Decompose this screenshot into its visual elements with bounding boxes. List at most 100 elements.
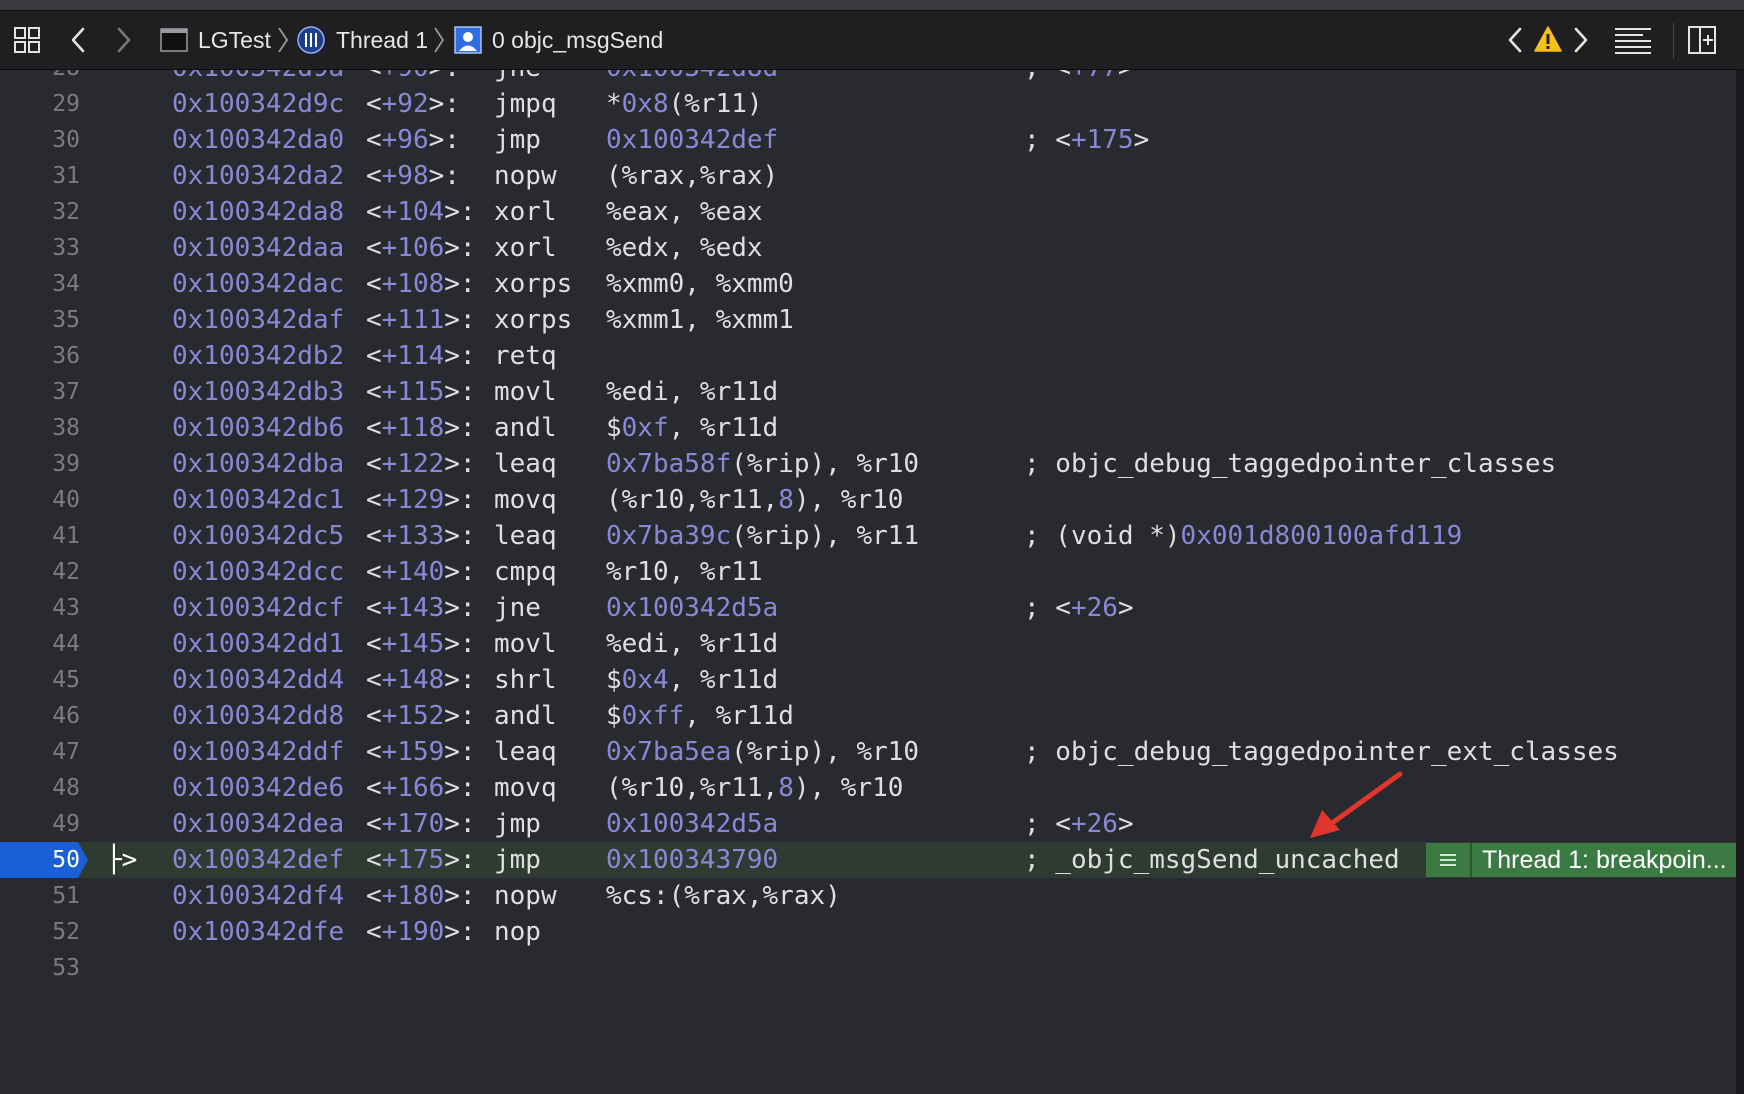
line-number: 38	[52, 415, 80, 441]
instruction-offset: <+118>:	[366, 413, 476, 443]
instruction-row[interactable]: 45 0x100342dd4 <+148>: shrl $0x4, %r11d	[0, 662, 1736, 698]
instruction-address: 0x100342daf	[172, 305, 345, 335]
operand-text: , %r11d	[684, 701, 794, 731]
editor-options-button[interactable]	[1612, 23, 1654, 57]
comment-text: ; objc_debug_taggedpointer_ext_classes	[1024, 737, 1619, 767]
offset-value: +166	[381, 773, 445, 803]
instruction-address: 0x100342ddf	[172, 737, 345, 767]
instruction-row[interactable]: 51 0x100342df4 <+180>: nopw %cs:(%rax,%rax)	[0, 878, 1736, 914]
warning-button[interactable]	[1532, 23, 1564, 55]
instruction-address: 0x100342dc5	[172, 521, 345, 551]
instruction-address: 0x100342db2	[172, 341, 345, 371]
breadcrumb-project[interactable]: LGTest	[198, 25, 271, 55]
split-editor-icon	[1688, 26, 1716, 54]
operand-text: $	[606, 413, 622, 443]
instruction-mnemonic: leaq	[494, 737, 557, 767]
line-number: 40	[52, 487, 80, 513]
instruction-address: 0x100342da8	[172, 197, 345, 227]
instruction-offset: <+148>:	[366, 665, 476, 695]
instruction-operands: 0x7ba58f(%rip), %r10	[606, 446, 919, 482]
instruction-row[interactable]: 37 0x100342db3 <+115>: movl %edi, %r11d	[0, 374, 1736, 410]
comment-text: ; <	[1024, 809, 1071, 839]
operand-number: 0x7ba58f	[606, 449, 732, 479]
instruction-offset: <+159>:	[366, 737, 476, 767]
instruction-offset: <+170>:	[366, 809, 476, 839]
instruction-row[interactable]: 30 0x100342da0 <+96>: jmp 0x100342def ; <+175…	[0, 122, 1736, 158]
instruction-row[interactable]: 38 0x100342db6 <+118>: andl $0xf, %r11d	[0, 410, 1736, 446]
operand-text: (%rax,%rax)	[606, 161, 779, 191]
instruction-address: 0x100342d9c	[172, 89, 345, 119]
thread-icon	[296, 25, 326, 55]
instruction-operands: *0x8(%r11)	[606, 86, 763, 122]
instruction-row[interactable]: 48 0x100342de6 <+166>: movq (%r10,%r11,8), %…	[0, 770, 1736, 806]
operand-number: 0xf	[621, 413, 669, 443]
line-number: 32	[52, 199, 80, 225]
instruction-row[interactable]: 47 0x100342ddf <+159>: leaq 0x7ba5ea(%rip), …	[0, 734, 1736, 770]
instruction-row[interactable]: 52 0x100342dfe <+190>: nop	[0, 914, 1736, 950]
comment-text: >	[1117, 593, 1134, 623]
instruction-row[interactable]: 53	[0, 950, 1736, 986]
instruction-comment: ; objc_debug_taggedpointer_ext_classes	[1024, 734, 1619, 770]
instruction-row[interactable]: 44 0x100342dd1 <+145>: movl %edi, %r11d	[0, 626, 1736, 662]
instruction-comment: ; objc_debug_taggedpointer_classes	[1024, 446, 1556, 482]
instruction-row[interactable]: 34 0x100342dac <+108>: xorps %xmm0, %xmm0	[0, 266, 1736, 302]
operand-text: %edx, %edx	[606, 233, 763, 263]
breakpoint-label: Thread 1: breakpoin...	[1472, 843, 1736, 877]
breadcrumb-frame[interactable]: 0 objc_msgSend	[492, 25, 663, 55]
offset-value: +118	[381, 413, 445, 443]
breakpoint-annotation[interactable]: Thread 1: breakpoin...	[1426, 843, 1736, 877]
forward-button[interactable]	[112, 25, 136, 55]
instruction-row[interactable]: 49 0x100342dea <+170>: jmp 0x100342d5a ; <+26…	[0, 806, 1736, 842]
next-issue-button[interactable]	[1570, 25, 1592, 55]
operand-text: , %r11d	[668, 665, 779, 695]
instruction-row[interactable]: 46 0x100342dd8 <+152>: andl $0xff, %r11d	[0, 698, 1736, 734]
offset-value: +152	[381, 701, 445, 731]
instruction-row[interactable]: 32 0x100342da8 <+104>: xorl %eax, %eax	[0, 194, 1736, 230]
line-number: 48	[52, 775, 80, 801]
instruction-comment: ; _objc_msgSend_uncached	[1024, 842, 1400, 878]
back-button[interactable]	[66, 25, 90, 55]
instruction-address: 0x100342dd8	[172, 701, 345, 731]
line-number: 51	[52, 883, 80, 909]
instruction-row[interactable]: 41 0x100342dc5 <+133>: leaq 0x7ba39c(%rip), …	[0, 518, 1736, 554]
instruction-mnemonic: jne	[494, 593, 541, 623]
instruction-row[interactable]: 43 0x100342dcf <+143>: jne 0x100342d5a ; <+26…	[0, 590, 1736, 626]
operand-text: ), %r10	[793, 773, 904, 803]
instruction-row[interactable]: 39 0x100342dba <+122>: leaq 0x7ba58f(%rip), …	[0, 446, 1736, 482]
related-items-button[interactable]	[12, 25, 42, 55]
instruction-offset: <+143>:	[366, 593, 476, 623]
instruction-offset: <+145>:	[366, 629, 476, 659]
instruction-row[interactable]: 36 0x100342db2 <+114>: retq	[0, 338, 1736, 374]
offset-value: +129	[381, 485, 445, 515]
instruction-operands: $0xf, %r11d	[606, 410, 778, 446]
instruction-operands: 0x100342d5a	[606, 806, 778, 842]
instruction-row[interactable]: 40 0x100342dc1 <+129>: movq (%r10,%r11,8), %…	[0, 482, 1736, 518]
instruction-row[interactable]: 35 0x100342daf <+111>: xorps %xmm1, %xmm1	[0, 302, 1736, 338]
instruction-row[interactable]: 33 0x100342daa <+106>: xorl %edx, %edx	[0, 230, 1736, 266]
current-instruction-row[interactable]: 50 ├> 0x100342def <+175>: jmp 0x100343790 ; _o…	[0, 842, 1736, 878]
instruction-row[interactable]: 29 0x100342d9c <+92>: jmpq *0x8(%r11)	[0, 86, 1736, 122]
instruction-row[interactable]: 42 0x100342dcc <+140>: cmpq %r10, %r11	[0, 554, 1736, 590]
instruction-address: 0x100342dd4	[172, 665, 345, 695]
instruction-offset: <+166>:	[366, 773, 476, 803]
instruction-mnemonic: jmp	[494, 809, 541, 839]
previous-issue-button[interactable]	[1504, 25, 1526, 55]
line-number: 46	[52, 703, 80, 729]
instruction-address: 0x100342def	[172, 845, 345, 875]
add-editor-button[interactable]	[1686, 23, 1718, 57]
breadcrumb-thread[interactable]: Thread 1	[336, 25, 428, 55]
breakpoint-menu-icon[interactable]	[1426, 843, 1472, 877]
line-number: 31	[52, 163, 80, 189]
instruction-offset: <+104>:	[366, 197, 476, 227]
line-number: 39	[52, 451, 80, 477]
instruction-mnemonic: leaq	[494, 521, 557, 551]
offset-value: +114	[381, 341, 445, 371]
instruction-operands: %edi, %r11d	[606, 626, 778, 662]
operand-text: %edi, %r11d	[606, 377, 779, 407]
disassembly-editor[interactable]: 280x100342d9a<+90>:jne0x100342d8d; <+77>…	[0, 70, 1744, 1094]
comment-text: ; <	[1024, 593, 1071, 623]
line-number: 52	[52, 919, 80, 945]
toolbar-divider	[1673, 23, 1674, 59]
instruction-row[interactable]: 28 0x100342d9a <+90>: jne 0x100342d8d ; <+77>	[0, 70, 1736, 86]
instruction-row[interactable]: 31 0x100342da2 <+98>: nopw (%rax,%rax)	[0, 158, 1736, 194]
